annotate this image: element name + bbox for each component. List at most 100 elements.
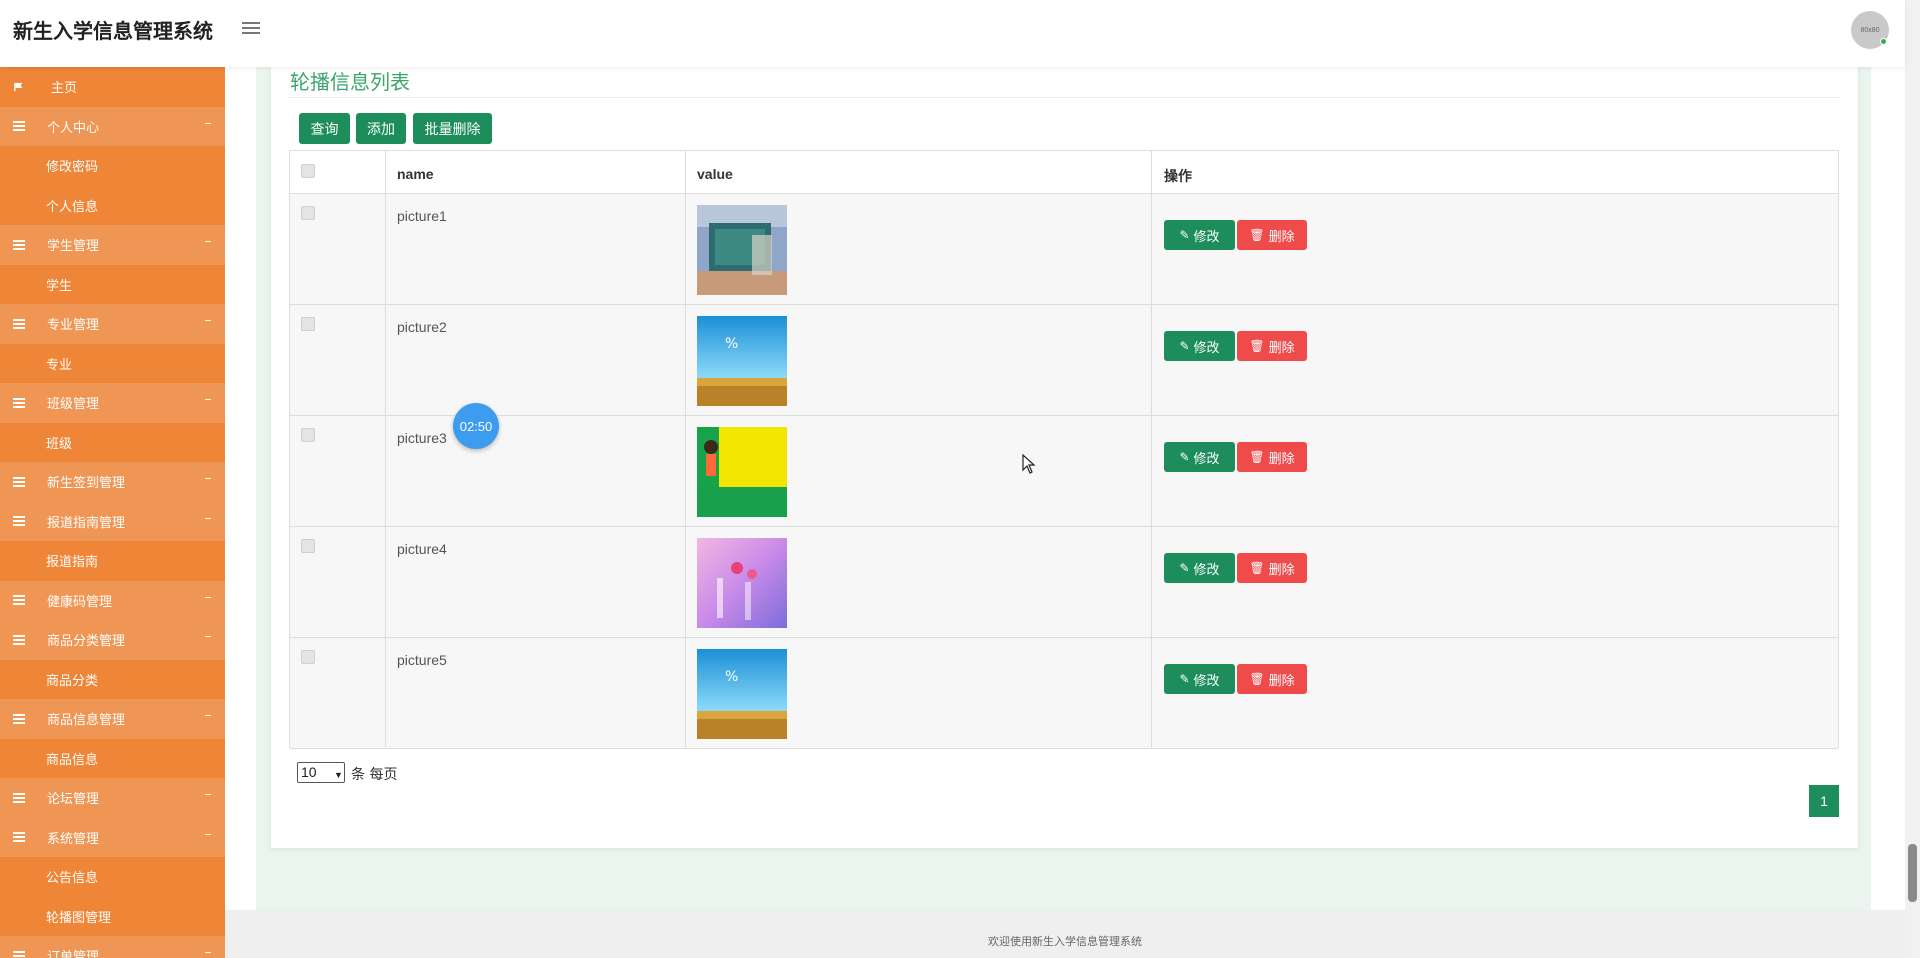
collapse-icon	[205, 794, 211, 795]
sidebar-item[interactable]: 个人信息	[0, 185, 225, 225]
edit-button[interactable]: ✎ 修改	[1164, 664, 1235, 694]
row-checkbox[interactable]	[301, 317, 315, 331]
delete-label: 删除	[1268, 562, 1295, 578]
header-name: name	[397, 166, 434, 182]
carousel-table: name value 操作 picture1 ✎ 修改 🗑 删除 picture2% ✎ 修改…	[289, 150, 1839, 749]
bars-icon	[13, 121, 25, 132]
thumbnail-image[interactable]: %	[697, 316, 787, 406]
title-divider	[289, 97, 1840, 98]
delete-button[interactable]: 🗑 删除	[1237, 553, 1307, 583]
bars-icon	[13, 318, 25, 329]
sidebar-item[interactable]: 主页	[0, 67, 225, 107]
delete-button[interactable]: 🗑 删除	[1237, 220, 1307, 250]
sidebar-item[interactable]: 学生	[0, 264, 225, 304]
sidebar-item[interactable]: 专业管理	[0, 304, 225, 344]
edit-button[interactable]: ✎ 修改	[1164, 331, 1235, 361]
collapse-icon	[205, 596, 211, 598]
collapse-icon	[205, 833, 211, 835]
sidebar-item[interactable]: 订单管理	[0, 936, 225, 958]
edit-button[interactable]: ✎ 修改	[1164, 220, 1235, 250]
sidebar-item[interactable]: 报道指南	[0, 541, 225, 581]
edit-icon: ✎	[1179, 561, 1190, 575]
row-name: picture5	[397, 652, 447, 668]
collapse-icon	[205, 478, 211, 479]
edit-button[interactable]: ✎ 修改	[1164, 442, 1235, 472]
edit-button[interactable]: ✎ 修改	[1164, 553, 1235, 583]
collapse-icon	[205, 399, 211, 400]
page-size-label: 条 每页	[351, 767, 398, 783]
delete-label: 删除	[1268, 673, 1295, 689]
query-button[interactable]: 查询	[299, 113, 350, 144]
sidebar-item[interactable]: 个人中心	[0, 106, 225, 146]
timer-bubble[interactable]: 02:50	[453, 403, 499, 449]
row-name: picture2	[397, 319, 447, 335]
sidebar-item[interactable]: 公告信息	[0, 857, 225, 897]
bars-icon	[13, 516, 25, 527]
row-checkbox[interactable]	[301, 539, 315, 553]
table-row: picture1 ✎ 修改 🗑 删除	[290, 194, 1838, 305]
sidebar-item[interactable]: 班级管理	[0, 383, 225, 423]
sidebar-item[interactable]: 新生签到管理	[0, 462, 225, 502]
flag-icon	[14, 82, 23, 91]
sidebar-item[interactable]: 商品分类管理	[0, 620, 225, 660]
row-name: picture3	[397, 430, 447, 446]
thumbnail-image[interactable]	[697, 427, 787, 517]
trash-icon: 🗑	[1249, 672, 1265, 686]
bars-icon	[13, 792, 25, 803]
edit-label: 修改	[1193, 340, 1220, 356]
thumbnail-image[interactable]	[697, 538, 787, 628]
row-checkbox[interactable]	[301, 206, 315, 220]
page-1-button[interactable]: 1	[1809, 785, 1839, 817]
page-scrollbar[interactable]	[1905, 0, 1920, 958]
sidebar-item[interactable]: 报道指南管理	[0, 501, 225, 541]
row-checkbox[interactable]	[301, 428, 315, 442]
menu-toggle-icon[interactable]	[242, 22, 260, 36]
svg-text:%: %	[725, 336, 738, 352]
scrollbar-thumb[interactable]	[1908, 844, 1917, 902]
edit-label: 修改	[1193, 451, 1220, 467]
sidebar-item[interactable]: 轮播图管理	[0, 896, 225, 936]
sidebar-item-label: 系统管理	[47, 831, 100, 847]
sidebar-item[interactable]: 论坛管理	[0, 778, 225, 818]
sidebar-item[interactable]: 商品分类	[0, 659, 225, 699]
select-all-checkbox[interactable]	[301, 164, 315, 178]
sidebar-item[interactable]: 班级	[0, 422, 225, 462]
table-row: picture5% ✎ 修改 🗑 删除	[290, 638, 1838, 749]
delete-label: 删除	[1268, 451, 1295, 467]
sidebar-item[interactable]: 专业	[0, 343, 225, 383]
page-title: 轮播信息列表	[290, 70, 410, 94]
footer-text: 欢迎使用新生入学信息管理系统	[988, 935, 1142, 948]
bars-icon	[13, 397, 25, 408]
edit-icon: ✎	[1179, 450, 1190, 464]
table-row: picture4 ✎ 修改 🗑 删除	[290, 527, 1838, 638]
row-checkbox[interactable]	[301, 650, 315, 664]
sidebar-item[interactable]: 系统管理	[0, 817, 225, 857]
delete-button[interactable]: 🗑 删除	[1237, 331, 1307, 361]
sidebar-item-label: 论坛管理	[47, 792, 100, 808]
sidebar: 主页 个人中心 修改密码 个人信息 学生管理 学生专业管理专业班级管理班级新生签到管理报道…	[0, 67, 225, 958]
sidebar-item[interactable]: 健康码管理	[0, 580, 225, 620]
delete-button[interactable]: 🗑 删除	[1237, 664, 1307, 694]
thumbnail-image[interactable]: %	[697, 649, 787, 739]
edit-icon: ✎	[1179, 228, 1190, 242]
batch-delete-button[interactable]: 批量删除	[413, 113, 492, 144]
sidebar-item-label: 新生签到管理	[47, 476, 126, 492]
add-button[interactable]: 添加	[356, 113, 406, 144]
sidebar-item-label: 商品信息管理	[47, 713, 126, 729]
table-row: picture2% ✎ 修改 🗑 删除	[290, 305, 1838, 416]
thumbnail-image[interactable]	[697, 205, 787, 295]
sidebar-item[interactable]: 商品信息	[0, 738, 225, 778]
sidebar-item[interactable]: 学生管理	[0, 225, 225, 265]
sidebar-item[interactable]: 商品信息管理	[0, 699, 225, 739]
delete-button[interactable]: 🗑 删除	[1237, 442, 1307, 472]
sidebar-item-label: 班级管理	[47, 397, 100, 413]
collapse-icon	[205, 241, 211, 242]
sidebar-item-label: 专业管理	[47, 318, 100, 334]
sidebar-item-label: 健康码管理	[47, 594, 113, 610]
collapse-icon	[205, 636, 211, 637]
sidebar-item[interactable]: 修改密码	[0, 146, 225, 186]
bars-icon	[13, 634, 25, 645]
bars-icon	[13, 476, 25, 487]
column-divider	[1151, 151, 1152, 747]
table-row: picture3 ✎ 修改 🗑 删除	[290, 416, 1838, 527]
